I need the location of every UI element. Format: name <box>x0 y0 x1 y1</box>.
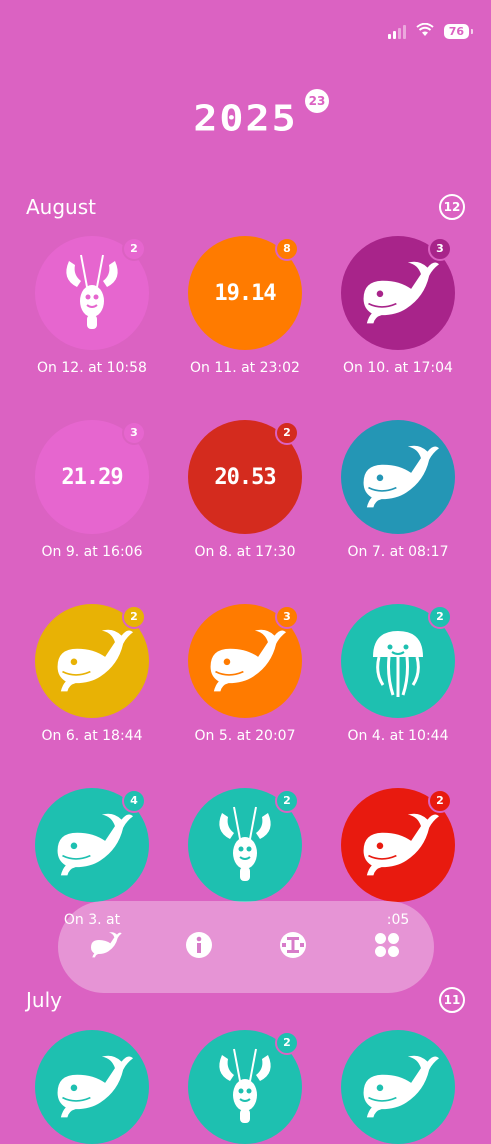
year-count-badge: 23 <box>305 89 329 113</box>
entry-circle[interactable]: 2 <box>188 1030 302 1144</box>
entry-circle[interactable]: 2 <box>35 604 149 718</box>
entry-circle[interactable] <box>35 1030 149 1144</box>
month-title: July <box>26 988 62 1012</box>
lobster-icon <box>57 251 127 335</box>
count-badge: 2 <box>275 789 299 813</box>
entry-circle[interactable]: 2 <box>341 788 455 902</box>
entry-circle[interactable]: 2 <box>188 788 302 902</box>
entry-cell[interactable]: 2 <box>170 1030 320 1144</box>
entry-caption: On 12. at 10:58 <box>37 360 147 376</box>
entry-cell[interactable]: 2 On 4. at 10:44 <box>323 604 473 744</box>
signal-icon <box>387 24 406 39</box>
month-count-badge[interactable]: 12 <box>439 194 465 220</box>
count-badge: 2 <box>122 237 146 261</box>
entry-circle[interactable]: 4 <box>35 788 149 902</box>
entry-circle[interactable]: 21.29 3 <box>35 420 149 534</box>
year-title: 2025 <box>193 98 298 140</box>
whale-icon <box>51 1049 133 1125</box>
month-count-badge[interactable]: 11 <box>439 987 465 1013</box>
entry-circle[interactable]: 3 <box>341 236 455 350</box>
whale-icon <box>88 930 122 964</box>
month-header-august: August 12 <box>26 192 465 222</box>
entry-cell[interactable]: 3 On 10. at 17:04 <box>323 236 473 376</box>
wifi-icon <box>416 22 434 41</box>
count-badge: 8 <box>275 237 299 261</box>
entry-caption: On 4. at 10:44 <box>347 728 449 744</box>
entry-circle[interactable] <box>341 420 455 534</box>
entry-circle[interactable]: 2 <box>35 236 149 350</box>
grid-icon <box>374 932 400 962</box>
entry-caption: On 5. at 20:07 <box>194 728 296 744</box>
entry-circle[interactable]: 19.14 8 <box>188 236 302 350</box>
entry-cell[interactable]: 19.14 8 On 11. at 23:02 <box>170 236 320 376</box>
status-bar: 76 <box>387 22 474 41</box>
nav-grid-button[interactable] <box>363 923 411 971</box>
entry-time: 19.14 <box>214 280 276 306</box>
entry-caption: On 10. at 17:04 <box>343 360 453 376</box>
whale-icon <box>51 807 133 883</box>
nav-home-button[interactable] <box>81 923 129 971</box>
count-badge: 2 <box>122 605 146 629</box>
battery-indicator: 76 <box>443 24 474 39</box>
entry-cell[interactable] <box>323 1030 473 1144</box>
entry-cell[interactable]: 2 On 6. at 18:44 <box>17 604 167 744</box>
count-badge: 3 <box>428 237 452 261</box>
entry-caption: On 8. at 17:30 <box>194 544 296 560</box>
entry-caption: On 9. at 16:06 <box>41 544 143 560</box>
bottom-nav <box>58 901 434 993</box>
count-badge: 2 <box>428 789 452 813</box>
entry-circle[interactable]: 2 <box>341 604 455 718</box>
entry-cell[interactable] <box>17 1030 167 1144</box>
info-icon <box>185 931 213 963</box>
entry-time: 21.29 <box>61 464 123 490</box>
whale-icon <box>357 807 439 883</box>
entry-cell[interactable]: 2 <box>170 788 320 902</box>
whale-icon <box>51 623 133 699</box>
entry-cell[interactable]: 3 On 5. at 20:07 <box>170 604 320 744</box>
count-badge: 3 <box>122 421 146 445</box>
lobster-icon <box>210 1045 280 1129</box>
count-badge: 4 <box>122 789 146 813</box>
nav-timer-button[interactable] <box>269 923 317 971</box>
entry-caption: On 6. at 18:44 <box>41 728 143 744</box>
whale-icon <box>357 439 439 515</box>
whale-icon <box>357 255 439 331</box>
entry-caption: On 11. at 23:02 <box>190 360 300 376</box>
entry-cell[interactable]: On 7. at 08:17 <box>323 420 473 560</box>
jellyfish-icon <box>365 621 431 701</box>
whale-icon <box>204 623 286 699</box>
entry-time: 20.53 <box>214 464 276 490</box>
entry-cell[interactable]: 21.29 3 On 9. at 16:06 <box>17 420 167 560</box>
entry-cell[interactable]: 20.53 2 On 8. at 17:30 <box>170 420 320 560</box>
count-badge: 3 <box>275 605 299 629</box>
count-badge: 2 <box>428 605 452 629</box>
entry-circle[interactable] <box>341 1030 455 1144</box>
entry-caption: On 7. at 08:17 <box>347 544 449 560</box>
entry-circle[interactable]: 3 <box>188 604 302 718</box>
month-title: August <box>26 195 96 219</box>
entry-circle[interactable]: 20.53 2 <box>188 420 302 534</box>
count-badge: 2 <box>275 1031 299 1055</box>
entry-cell[interactable]: 2 On 12. at 10:58 <box>17 236 167 376</box>
year-header: 2025 23 <box>0 89 491 142</box>
count-badge: 2 <box>275 421 299 445</box>
timer-icon <box>279 931 307 963</box>
lobster-icon <box>210 803 280 887</box>
nav-info-button[interactable] <box>175 923 223 971</box>
whale-icon <box>357 1049 439 1125</box>
